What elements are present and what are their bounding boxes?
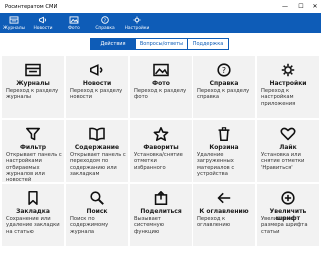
top-nav: Журналы Новости Фото ? Справка Настройки [0,13,321,33]
search-icon [90,191,104,205]
card-description: Удаление загруженных материалов с устрой… [197,152,235,177]
nav-label-help: Справка [95,26,115,31]
share-icon [154,191,168,205]
card-news[interactable]: Новости Переход к разделу новости [66,56,128,118]
card-description: Переход к разделу новости [70,88,123,101]
card-share[interactable]: Поделиться Вызывает системную функцию [130,184,192,246]
tab-bar: Действия Вопросы/ответы Поддержка [90,38,229,50]
close-button[interactable]: ✕ [310,3,320,10]
star-icon [153,127,169,141]
card-settings[interactable]: Настройки Переход к настройкам приложени… [257,56,319,118]
card-description: Сохранение или удаление закладки на стат… [6,216,60,235]
card-description: Переход к разделу справка [197,88,250,101]
back-icon [217,192,231,204]
card-title: Фавориты [143,144,179,151]
filter-icon [26,127,40,141]
card-title: Журналы [16,80,50,87]
nav-label-journals: Журналы [3,26,25,31]
card-description: Открывает панель с настройками отбираемы… [6,152,62,184]
settings-icon [281,63,295,77]
tab-faq[interactable]: Вопросы/ответы [136,38,188,50]
bookmark-icon [28,191,38,205]
card-title: Фото [152,80,170,87]
card-description: Переход к оглавлению [197,216,231,229]
contents-icon [89,127,105,141]
card-title: Настройки [269,80,307,87]
card-title: К оглавлению [199,208,249,215]
card-title: Лайк [279,144,297,151]
nav-label-settings: Настройки [124,26,150,31]
card-bookmark[interactable]: Закладка Сохранение или удаление закладк… [2,184,64,246]
tab-actions[interactable]: Действия [90,38,136,50]
help-icon: ? [217,63,231,77]
card-title: Справка [209,80,239,87]
nav-item-settings[interactable]: Настройки [122,13,152,33]
card-title: Корзина [209,144,239,151]
heart-icon [280,127,296,141]
card-description: Переход к разделу фото [134,88,187,101]
nav-item-photo[interactable]: Фото [62,13,86,33]
settings-icon [133,16,141,24]
tab-support[interactable]: Поддержка [188,38,229,50]
nav-label-news: Новости [33,26,53,31]
card-help[interactable]: ? Справка Переход к разделу справка [193,56,255,118]
minimize-button[interactable]: — [280,3,290,10]
card-to-toc[interactable]: К оглавлению Переход к оглавлению [193,184,255,246]
card-like[interactable]: Лайк Установка или снятие отметки 'Нрави… [257,120,319,182]
maximize-button[interactable]: ☐ [296,3,306,10]
card-description: Установка/снятие отметки избранного [134,152,183,171]
card-title: Содержание [74,144,120,151]
nav-item-journals[interactable]: Журналы [2,13,26,33]
card-title: Поделиться [140,208,182,215]
card-trash[interactable]: Корзина Удаление загруженных материалов … [193,120,255,182]
nav-item-news[interactable]: Новости [31,13,55,33]
card-description: Переход к разделу журналы [6,88,59,101]
card-filter[interactable]: Фильтр Открывает панель с настройками от… [2,120,64,184]
card-description: Увеличение размера шрифта статьи [261,216,308,235]
card-font-increase[interactable]: Увеличить шрифт Увеличение размера шрифт… [257,184,319,246]
nav-item-help[interactable]: ? Справка [92,13,118,33]
card-description: Поиск по содержимому журнала [70,216,109,235]
card-description: Открывает панель с переходом по содержан… [70,152,126,177]
window-title: Росинтератом СМИ [5,4,58,10]
card-title: Поиск [86,208,108,215]
journals-icon [9,16,19,24]
card-title: Фильтр [19,144,47,151]
photo-icon [69,16,79,24]
trash-icon [218,127,230,141]
photo-icon [153,63,169,77]
card-contents[interactable]: Содержание Открывает панель с переходом … [66,120,128,182]
help-icon: ? [101,16,109,24]
news-icon [39,16,47,24]
card-title: Закладка [16,208,50,215]
card-favorites[interactable]: Фавориты Установка/снятие отметки избран… [130,120,192,182]
card-search[interactable]: Поиск Поиск по содержимому журнала [66,184,128,246]
svg-text:?: ? [222,66,226,75]
journals-icon [25,63,41,77]
font-plus-icon [281,191,295,205]
card-title: Новости [82,80,112,87]
news-icon [90,64,103,76]
card-description: Установка или снятие отметки 'Нравиться' [261,152,305,171]
card-journals[interactable]: Журналы Переход к разделу журналы [2,56,64,118]
card-description: Переход к настройкам приложения [261,88,296,107]
card-photo[interactable]: Фото Переход к разделу фото [130,56,192,118]
actions-grid: Журналы Переход к разделу журналы Новост… [2,56,319,253]
title-bar: Росинтератом СМИ — ☐ ✕ [0,0,321,13]
card-description: Вызывает системную функцию [134,216,165,235]
nav-label-photo: Фото [68,26,80,31]
